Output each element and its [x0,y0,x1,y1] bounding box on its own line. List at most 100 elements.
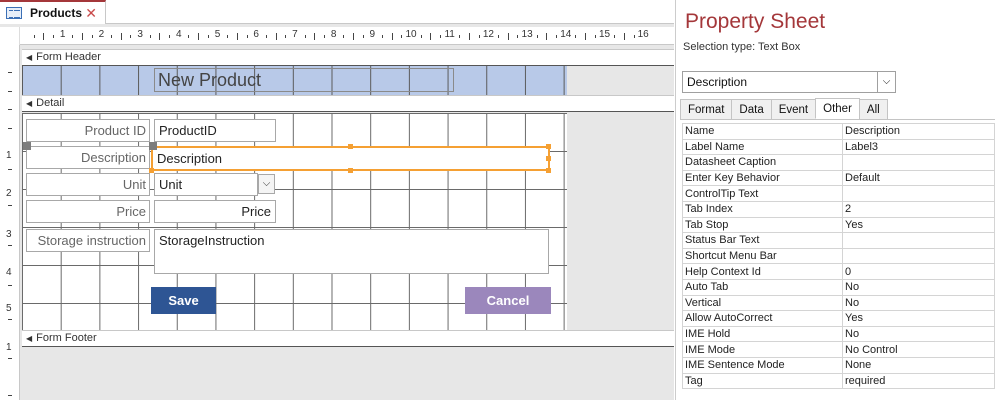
storage-instruction-textbox[interactable]: StorageInstruction [154,229,549,274]
ruler-tick [207,35,209,38]
property-row[interactable]: ControlTip Text [682,185,995,202]
resize-handle-icon[interactable] [546,144,551,149]
vertical-ruler[interactable]: 1 2 3 4 5 1 [0,45,20,400]
ruler-tick [149,35,151,38]
property-row[interactable]: IME Hold No [682,325,995,343]
unit-combobox[interactable]: Unit [154,173,258,196]
property-value[interactable]: Yes [842,310,995,327]
unit-label[interactable]: Unit [26,173,150,196]
ruler-tick [236,33,238,40]
property-value[interactable]: Description [842,123,995,140]
chevron-down-icon[interactable]: ⌵ [877,72,895,92]
property-row[interactable]: IME Mode No Control [682,341,995,358]
tab-other[interactable]: Other [815,98,860,119]
ruler-tick [546,33,548,40]
property-row[interactable]: Datasheet Caption [682,154,995,171]
property-value[interactable]: Yes [842,216,995,234]
property-name: ControlTip Text [682,185,843,202]
property-value[interactable]: None [842,356,995,374]
storage-instruction-label[interactable]: Storage instruction [26,229,150,252]
form-footer-area[interactable] [22,347,674,400]
property-row[interactable]: Tab Stop Yes [682,216,995,234]
property-value[interactable]: No [842,325,995,343]
property-sheet-pane: Property Sheet Selection type: Text Box … [675,0,998,400]
property-name: Datasheet Caption [682,154,843,171]
property-row[interactable]: Tab Index 2 [682,200,995,218]
save-button[interactable]: Save [151,287,216,314]
tab-data[interactable]: Data [731,99,772,119]
tab-all[interactable]: All [858,99,888,119]
tab-format[interactable]: Format [680,99,733,119]
document-tab-products[interactable]: Products ✕ [0,0,106,24]
ruler-tick [8,205,12,206]
close-icon[interactable]: ✕ [85,5,97,22]
property-value[interactable] [842,185,995,202]
property-value[interactable]: Default [842,169,995,187]
section-arrow-icon: ◀ [26,99,33,108]
property-row[interactable]: Tag required [682,372,995,390]
ruler-tick [381,35,383,38]
chevron-down-icon[interactable]: ⌵ [258,174,275,194]
property-row[interactable]: Allow AutoCorrect Yes [682,310,995,327]
form-designer[interactable]: Products ✕ 1 2 3 4 5 6 7 8 9 10 11 12 13 14 15 16 12345… [0,0,674,400]
resize-handle-icon[interactable] [546,156,551,161]
ruler-number: 13 [521,29,533,40]
property-row[interactable]: Label Name Label3 [682,138,995,156]
move-handle-icon[interactable] [23,142,31,150]
property-name: Shortcut Menu Bar [682,247,843,265]
ruler-number: 15 [598,29,611,40]
resize-handle-icon[interactable] [348,168,353,173]
ruler-corner[interactable] [0,27,20,45]
property-value[interactable]: 2 [842,200,995,218]
ruler-tick [120,33,122,40]
property-row[interactable]: Status Bar Text [682,232,995,249]
property-value[interactable] [842,154,995,171]
product-id-label[interactable]: Product ID [26,119,150,142]
property-name: Label Name [682,138,843,156]
description-label[interactable]: Description [26,146,150,169]
property-row[interactable]: Vertical No [682,294,995,312]
form-title-label[interactable]: New Product [154,68,454,92]
object-selector-combobox[interactable]: Description ⌵ [682,71,896,93]
ruler-tick [314,33,316,40]
price-label[interactable]: Price [26,200,150,223]
property-value[interactable]: No Control [842,341,995,358]
property-row[interactable]: IME Sentence Mode None [682,356,995,374]
ruler-tick [478,35,480,38]
ruler-number: 9 [369,29,376,40]
resize-handle-icon[interactable] [149,168,154,173]
ruler-number: 4 [6,267,12,278]
detail-label: Detail [36,97,65,109]
property-value[interactable] [842,247,995,265]
property-value[interactable]: required [842,372,995,390]
resize-handle-icon[interactable] [348,144,353,149]
property-value[interactable]: 0 [842,263,995,280]
property-row[interactable]: Shortcut Menu Bar [682,247,995,265]
form-header-bar[interactable]: ◀ Form Header [22,49,674,66]
form-footer-bar[interactable]: ◀ Form Footer [22,330,674,347]
horizontal-ruler[interactable]: 1 2 3 4 5 6 7 8 9 10 11 12 13 14 15 16 [20,27,674,45]
product-id-textbox[interactable]: ProductID [154,119,276,142]
ruler-tick [343,35,345,38]
property-name: Tab Stop [682,216,843,234]
detail-bar[interactable]: ◀ Detail [22,95,674,112]
ruler-number: 7 [292,29,298,40]
property-value[interactable]: No [842,294,995,312]
resize-handle-icon[interactable] [546,168,551,173]
property-row[interactable]: Enter Key Behavior Default [682,169,995,187]
property-value[interactable] [842,232,995,249]
tab-event[interactable]: Event [770,99,817,119]
property-value[interactable]: Label3 [842,138,995,156]
price-textbox[interactable]: Price [154,200,276,223]
property-value[interactable]: No [842,278,995,296]
ruler-tick [8,91,12,92]
ruler-tick [130,35,132,38]
ruler-number: 10 [405,29,417,40]
property-row[interactable]: Auto Tab No [682,278,995,296]
property-row[interactable]: Name Description [682,123,995,140]
selection-type-text: Selection type: Text Box [683,41,801,53]
ruler-number: 8 [330,29,337,40]
property-row[interactable]: Help Context Id 0 [682,263,995,280]
cancel-button[interactable]: Cancel [465,287,551,314]
move-handle-icon[interactable] [149,142,157,150]
